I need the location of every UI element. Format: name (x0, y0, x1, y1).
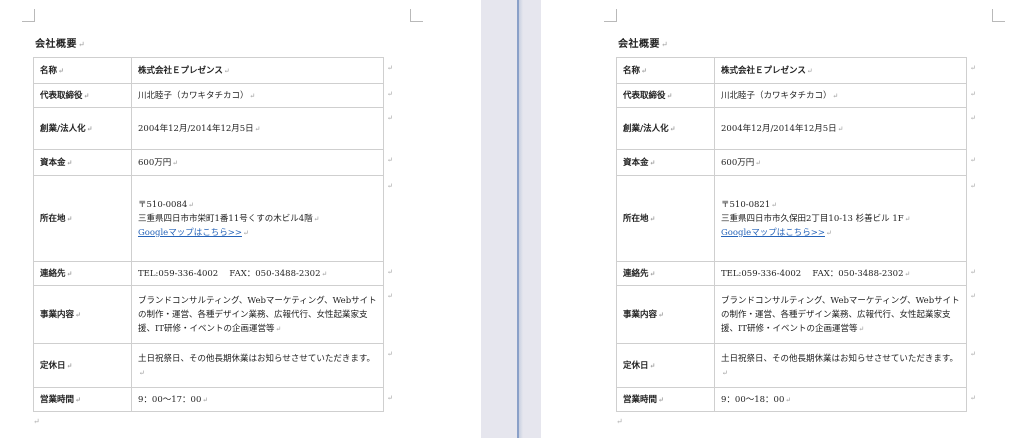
row-label: 名称 (623, 65, 641, 76)
row-label: 資本金 (40, 157, 66, 168)
row-label: 定休日 (40, 360, 66, 371)
section-heading: 会社概要↵ (35, 39, 86, 50)
row-label: 事業内容 (623, 309, 658, 320)
company-info-table: 名称↵ 株式会社Ｅプレゼンス↵ ↵ 代表取締役↵ 川北睦子（カワキタチカコ）↵ ↵ … (33, 57, 393, 412)
row-value: 株式会社Ｅプレゼンス (138, 65, 223, 76)
table-row: 営業時間↵ 9：00～18：00↵ ↵ (616, 387, 976, 412)
row-label: 所在地 (623, 213, 649, 224)
address: 三重県四日市市栄町1番11号くすの木ビル4階 (138, 213, 313, 224)
row-label: 創業/法人化 (40, 123, 86, 134)
table-row: 代表取締役↵ 川北睦子（カワキタチカコ）↵ ↵ (33, 83, 393, 108)
table-row: 創業/法人化↵ 2004年12月/2014年12月5日↵ ↵ (616, 107, 976, 150)
row-label: 営業時間 (623, 394, 658, 405)
table-row: 連絡先↵ TEL:059-336-4002 FAX：050-3488-2302↵… (616, 261, 976, 286)
row-value: 土日祝祭日、その他長期休業はお知らせさせていただきます。 (138, 353, 375, 364)
postal-code: 〒510-0084 (138, 199, 188, 210)
table-row: 名称↵ 株式会社Ｅプレゼンス↵ ↵ (33, 57, 393, 84)
table-row: 名称↵ 株式会社Ｅプレゼンス↵ ↵ (616, 57, 976, 84)
google-map-link[interactable]: Googleマップはこちら>> (138, 228, 242, 238)
row-label: 代表取締役 (623, 90, 666, 101)
row-label: 連絡先 (40, 268, 66, 279)
crop-mark-top-right (992, 9, 1005, 22)
row-value: 600万円 (138, 157, 172, 168)
page-gutter (481, 0, 541, 438)
row-label: 営業時間 (40, 394, 75, 405)
table-row: 連絡先↵ TEL:059-336-4002 FAX：050-3488-2302↵… (33, 261, 393, 286)
row-label: 創業/法人化 (623, 123, 669, 134)
table-row: 事業内容↵ ブランドコンサルティング、Webマーケティング、Webサイトの制作・… (616, 285, 976, 344)
row-value: 9：00～17：00 (138, 394, 202, 405)
row-value: ブランドコンサルティング、Webマーケティング、Webサイトの制作・運営、各種デ… (721, 295, 960, 334)
row-label: 連絡先 (623, 268, 649, 279)
table-row: 資本金↵ 600万円↵ ↵ (616, 149, 976, 176)
row-value: TEL:059-336-4002 FAX：050-3488-2302 (721, 268, 904, 279)
address: 三重県四日市市久保田2丁目10-13 杉善ビル 1F (721, 213, 904, 224)
row-value: 土日祝祭日、その他長期休業はお知らせさせていただきます。 (721, 353, 958, 364)
google-map-link[interactable]: Googleマップはこちら>> (721, 228, 825, 238)
row-value: TEL:059-336-4002 FAX：050-3488-2302 (138, 268, 321, 279)
row-value: 2004年12月/2014年12月5日 (138, 123, 254, 134)
document-page-right[interactable]: 会社概要↵ 名称↵ 株式会社Ｅプレゼンス↵ ↵ 代表取締役↵ 川北睦子（カワキタチ… (541, 0, 1024, 438)
paragraph-mark: ↵ (33, 417, 40, 426)
row-value: ブランドコンサルティング、Webマーケティング、Webサイトの制作・運営、各種デ… (138, 295, 377, 334)
row-value: 川北睦子（カワキタチカコ） (138, 90, 249, 101)
table-row: 創業/法人化↵ 2004年12月/2014年12月5日↵ ↵ (33, 107, 393, 150)
row-value: 川北睦子（カワキタチカコ） (721, 90, 832, 101)
row-value: 600万円 (721, 157, 755, 168)
table-row: 代表取締役↵ 川北睦子（カワキタチカコ）↵ ↵ (616, 83, 976, 108)
table-row: 事業内容↵ ブランドコンサルティング、Webマーケティング、Webサイトの制作・… (33, 285, 393, 344)
section-heading: 会社概要↵ (618, 39, 669, 50)
crop-mark-top-right (410, 9, 423, 22)
table-row: 所在地↵ 〒510-0084↵ 三重県四日市市栄町1番11号くすの木ビル4階↵ … (33, 175, 393, 262)
crop-mark-top-left (604, 9, 617, 22)
crop-mark-top-left (22, 9, 35, 22)
row-label: 所在地 (40, 213, 66, 224)
row-label: 事業内容 (40, 309, 75, 320)
row-label: 資本金 (623, 157, 649, 168)
table-row: 定休日↵ 土日祝祭日、その他長期休業はお知らせさせていただきます。↵ ↵ (616, 343, 976, 388)
row-value: 株式会社Ｅプレゼンス (721, 65, 806, 76)
row-label: 定休日 (623, 360, 649, 371)
split-divider-shadow (519, 0, 523, 438)
document-page-left[interactable]: 会社概要↵ 名称↵ 株式会社Ｅプレゼンス↵ ↵ 代表取締役↵ 川北睦子（カワキタチ… (0, 0, 481, 438)
row-value: 9：00～18：00 (721, 394, 785, 405)
postal-code: 〒510-0821 (721, 199, 771, 210)
table-row: 資本金↵ 600万円↵ ↵ (33, 149, 393, 176)
table-row: 所在地↵ 〒510-0821↵ 三重県四日市市久保田2丁目10-13 杉善ビル … (616, 175, 976, 262)
row-label: 代表取締役 (40, 90, 83, 101)
table-row: 営業時間↵ 9：00～17：00↵ ↵ (33, 387, 393, 412)
company-info-table: 名称↵ 株式会社Ｅプレゼンス↵ ↵ 代表取締役↵ 川北睦子（カワキタチカコ）↵ ↵ … (616, 57, 976, 412)
row-value: 2004年12月/2014年12月5日 (721, 123, 837, 134)
table-row: 定休日↵ 土日祝祭日、その他長期休業はお知らせさせていただきます。↵ ↵ (33, 343, 393, 388)
paragraph-mark: ↵ (616, 417, 623, 426)
row-label: 名称 (40, 65, 58, 76)
